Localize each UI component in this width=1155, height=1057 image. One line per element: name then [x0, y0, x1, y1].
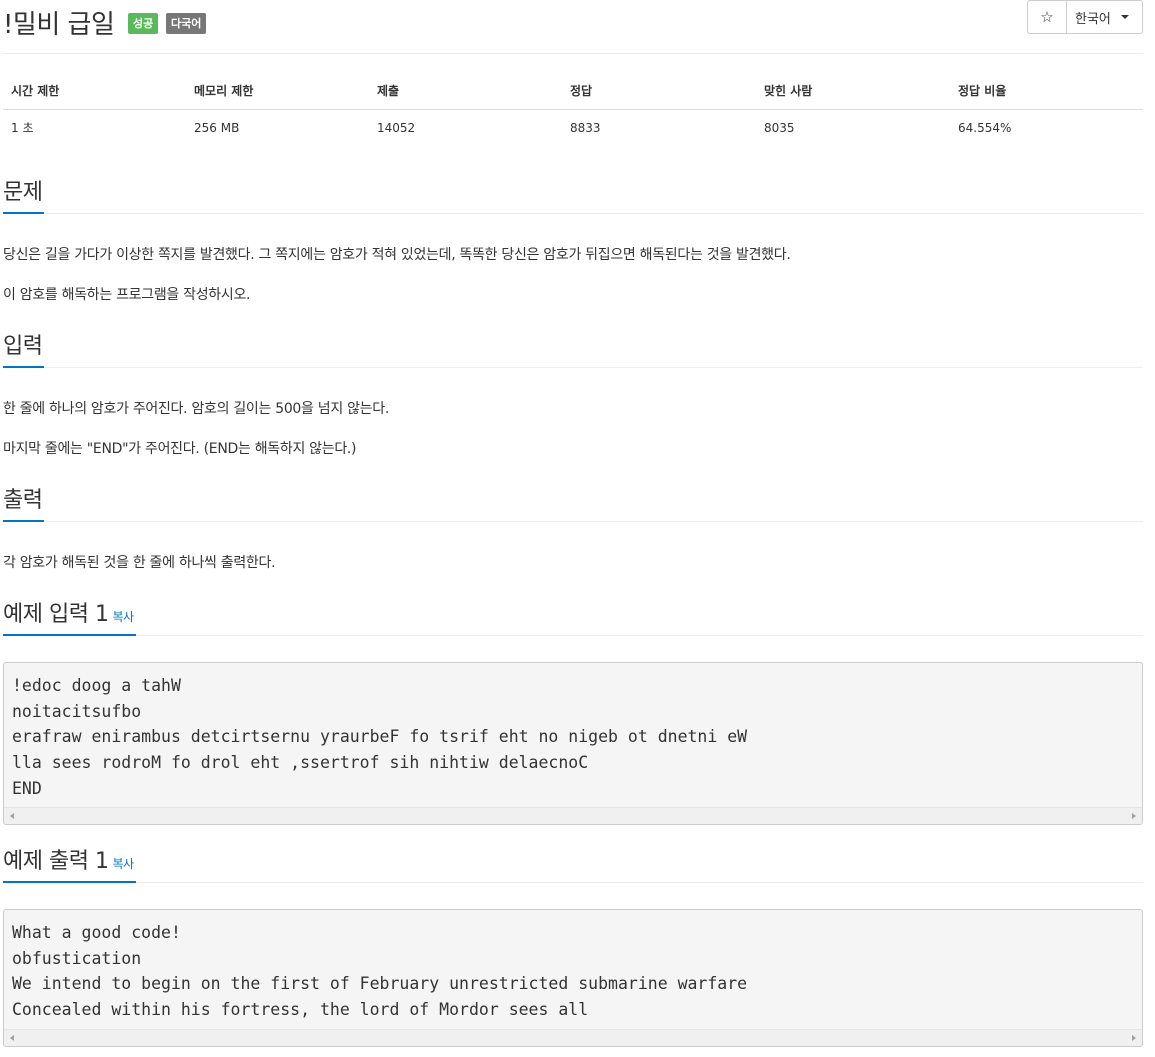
output-section-header: 출력	[3, 486, 1143, 522]
input-section-header: 입력	[3, 332, 1143, 368]
title-row: !밀비 급일 성공 다국어 ☆ 한국어	[3, 0, 1143, 54]
language-dropdown[interactable]: 한국어	[1067, 1, 1142, 33]
star-icon: ☆	[1040, 9, 1054, 26]
problem-paragraph-2: 이 암호를 해독하는 프로그램을 작성하시오.	[3, 287, 251, 303]
output-title-text: 출력	[3, 488, 43, 513]
sample-output-block[interactable]: What a good code! obfustication We inten…	[3, 909, 1143, 1047]
info-header-ratio: 정답 비율	[950, 73, 1143, 110]
output-section-title: 출력	[3, 486, 45, 522]
input-section-title: 입력	[3, 332, 45, 368]
caret-down-icon	[1120, 15, 1129, 19]
sample-output-section-title: 예제 출력 1 복사	[3, 847, 136, 883]
scroll-right-icon[interactable]	[1132, 1035, 1136, 1041]
language-label: 한국어	[1075, 11, 1111, 27]
info-submissions: 14052	[377, 120, 416, 135]
info-header-solvers: 맞힌 사람	[756, 73, 950, 110]
sample-input-section-header: 예제 입력 1 복사	[3, 600, 1143, 636]
sample-output-section-header: 예제 출력 1 복사	[3, 847, 1143, 883]
sample-input-copy-button[interactable]: 복사	[112, 610, 134, 624]
info-memory-limit: 256 MB	[194, 120, 240, 135]
sample-output-title-text: 예제 출력 1	[3, 849, 109, 874]
info-ratio: 64.554%	[958, 120, 1012, 135]
problem-title-text: 문제	[3, 180, 43, 205]
output-paragraph-1: 각 암호가 해독된 것을 한 줄에 하나씩 출력한다.	[3, 555, 276, 571]
sample-input-content: !edoc doog a tahW noitacitsufbo erafraw …	[12, 676, 748, 798]
scroll-left-icon[interactable]	[10, 813, 14, 819]
info-accepted: 8833	[570, 120, 601, 135]
info-header-submissions: 제출	[369, 73, 562, 110]
input-paragraph-2: 마지막 줄에는 "END"가 주어진다. (END는 해독하지 않는다.)	[3, 441, 357, 457]
sample-input-scrollbar[interactable]	[4, 807, 1142, 824]
info-solvers: 8035	[764, 120, 795, 135]
scroll-right-icon[interactable]	[1132, 813, 1136, 819]
info-time-limit: 1 초	[11, 121, 34, 136]
sample-output-content: What a good code! obfustication We inten…	[12, 923, 748, 1020]
info-header-time-limit: 시간 제한	[3, 73, 186, 110]
page-title: !밀비 급일	[3, 10, 115, 40]
problem-info-table: 시간 제한 메모리 제한 제출 정답 맞힌 사람 정답 비율 1 초 256 M…	[3, 73, 1143, 146]
info-header-row: 시간 제한 메모리 제한 제출 정답 맞힌 사람 정답 비율	[3, 73, 1143, 110]
title-actions: ☆ 한국어	[1027, 0, 1143, 34]
sample-input-block[interactable]: !edoc doog a tahW noitacitsufbo erafraw …	[3, 662, 1143, 825]
problem-section-header: 문제	[3, 178, 1143, 214]
sample-input-title-text: 예제 입력 1	[3, 602, 109, 627]
info-header-accepted: 정답	[562, 73, 756, 110]
info-value-row: 1 초 256 MB 14052 8833 8035 64.554%	[3, 109, 1143, 146]
success-badge: 성공	[128, 13, 159, 34]
sample-output-scrollbar[interactable]	[4, 1029, 1142, 1046]
input-title-text: 입력	[3, 334, 43, 359]
multilang-badge: 다국어	[166, 13, 207, 34]
problem-paragraph-1: 당신은 길을 가다가 이상한 쪽지를 발견했다. 그 쪽지에는 암호가 적혀 있…	[3, 247, 791, 263]
problem-section-title: 문제	[3, 178, 45, 214]
sample-output-copy-button[interactable]: 복사	[112, 857, 134, 871]
info-header-memory-limit: 메모리 제한	[186, 73, 369, 110]
sample-input-section-title: 예제 입력 1 복사	[3, 600, 136, 636]
star-button[interactable]: ☆	[1028, 1, 1067, 33]
input-paragraph-1: 한 줄에 하나의 암호가 주어진다. 암호의 길이는 500을 넘지 않는다.	[3, 401, 389, 417]
scroll-left-icon[interactable]	[10, 1035, 14, 1041]
